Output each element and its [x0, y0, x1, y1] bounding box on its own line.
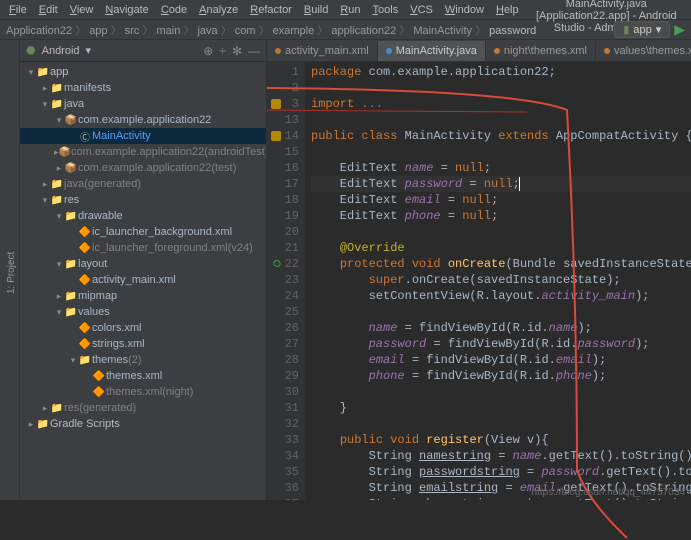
run-button[interactable]: ▶: [674, 21, 685, 38]
tree-item[interactable]: ▾📦com.example.application22: [20, 112, 266, 128]
menu-window[interactable]: Window: [440, 2, 489, 18]
menu-view[interactable]: View: [65, 2, 99, 18]
tree-item[interactable]: 🔶strings.xml: [20, 336, 266, 352]
code-content[interactable]: package com.example.application22; impor…: [305, 62, 691, 500]
run-config-selector[interactable]: ▮ app ▾: [614, 21, 670, 38]
collapse-icon[interactable]: —: [248, 44, 260, 58]
run-config-label: app: [633, 24, 651, 36]
tree-item[interactable]: ▾📁drawable: [20, 208, 266, 224]
breadcrumb-item[interactable]: example: [273, 25, 315, 37]
line-gutter: 12313141516171819202122⭘2324252627282930…: [267, 62, 305, 500]
menu-analyze[interactable]: Analyze: [194, 2, 243, 18]
android-icon: ⬣: [26, 44, 36, 57]
tree-item[interactable]: 🔶themes.xml: [20, 368, 266, 384]
breadcrumb-item[interactable]: main: [156, 25, 180, 37]
tool-project[interactable]: 1: Project: [4, 46, 19, 500]
breadcrumb-item[interactable]: app: [89, 25, 107, 37]
project-panel: ⬣ Android ▾ ⊕ ÷ ✻ — ▾📁app▸📁manifests▾📁ja…: [20, 40, 267, 500]
tree-item[interactable]: ▾📁res: [20, 192, 266, 208]
editor-tab[interactable]: activity_main.xml: [267, 41, 378, 61]
left-tool-strip: 1: Project7: Structure2: FavoritesBuild …: [0, 40, 20, 500]
tree-item[interactable]: ▾📁themes (2): [20, 352, 266, 368]
breadcrumb-item[interactable]: Application22: [6, 25, 72, 37]
menu-run[interactable]: Run: [335, 2, 365, 18]
menu-build[interactable]: Build: [299, 2, 333, 18]
menu-navigate[interactable]: Navigate: [100, 2, 153, 18]
menu-edit[interactable]: Edit: [34, 2, 63, 18]
target-icon[interactable]: ⊕: [203, 44, 213, 58]
menu-code[interactable]: Code: [156, 2, 192, 18]
project-panel-header[interactable]: ⬣ Android ▾ ⊕ ÷ ✻ —: [20, 40, 266, 62]
breadcrumb-item[interactable]: application22: [331, 25, 396, 37]
tree-item[interactable]: ▾📁java: [20, 96, 266, 112]
editor: activity_main.xmlMainActivity.javanight\…: [267, 40, 691, 500]
tree-item[interactable]: ▸📁manifests: [20, 80, 266, 96]
tree-item[interactable]: ▸📁Gradle Scripts: [20, 416, 266, 432]
tree-item[interactable]: ▸📦com.example.application22 (test): [20, 160, 266, 176]
breadcrumb-item[interactable]: password: [489, 25, 536, 37]
editor-tab[interactable]: MainActivity.java: [378, 41, 486, 61]
menu-help[interactable]: Help: [491, 2, 524, 18]
menu-vcs[interactable]: VCS: [405, 2, 438, 18]
menu-bar: FileEditViewNavigateCodeAnalyzeRefactorB…: [0, 0, 691, 20]
chevron-down-icon: ▾: [656, 23, 662, 36]
project-view-label: Android: [42, 45, 80, 57]
tree-item[interactable]: ▸📁mipmap: [20, 288, 266, 304]
divide-icon[interactable]: ÷: [219, 44, 226, 58]
breadcrumb-item[interactable]: com: [235, 25, 256, 37]
gear-icon[interactable]: ✻: [232, 44, 242, 58]
editor-tabs: activity_main.xmlMainActivity.javanight\…: [267, 40, 691, 62]
tree-item[interactable]: ▾📁layout: [20, 256, 266, 272]
tree-item[interactable]: 🔶ic_launcher_background.xml: [20, 224, 266, 240]
code-area[interactable]: 12313141516171819202122⭘2324252627282930…: [267, 62, 691, 500]
menu-tools[interactable]: Tools: [368, 2, 404, 18]
tree-item[interactable]: ▾📁values: [20, 304, 266, 320]
menu-file[interactable]: File: [4, 2, 32, 18]
chevron-down-icon[interactable]: ▾: [86, 44, 92, 57]
editor-tab[interactable]: values\themes.xml: [596, 41, 691, 61]
tree-item[interactable]: ⒸMainActivity: [20, 128, 266, 144]
project-tree[interactable]: ▾📁app▸📁manifests▾📁java▾📦com.example.appl…: [20, 62, 266, 500]
editor-tab[interactable]: night\themes.xml: [486, 41, 596, 61]
tree-item[interactable]: 🔶ic_launcher_foreground.xml (v24): [20, 240, 266, 256]
menu-refactor[interactable]: Refactor: [245, 2, 297, 18]
breadcrumb-item[interactable]: MainActivity: [413, 25, 472, 37]
breadcrumb-item[interactable]: java: [197, 25, 217, 37]
tree-item[interactable]: ▸📦com.example.application22 (androidTest…: [20, 144, 266, 160]
watermark: https://blog.csdn.net/qq_44757034: [532, 487, 685, 498]
tree-item[interactable]: 🔶colors.xml: [20, 320, 266, 336]
tool-structure[interactable]: 7: Structure: [0, 46, 4, 500]
tree-item[interactable]: ▸📁res (generated): [20, 400, 266, 416]
tree-item[interactable]: ▾📁app: [20, 64, 266, 80]
android-icon: ▮: [623, 23, 629, 36]
tree-item[interactable]: 🔶activity_main.xml: [20, 272, 266, 288]
tree-item[interactable]: ▸📁java (generated): [20, 176, 266, 192]
tree-item[interactable]: 🔶themes.xml (night): [20, 384, 266, 400]
breadcrumb-item[interactable]: src: [125, 25, 140, 37]
